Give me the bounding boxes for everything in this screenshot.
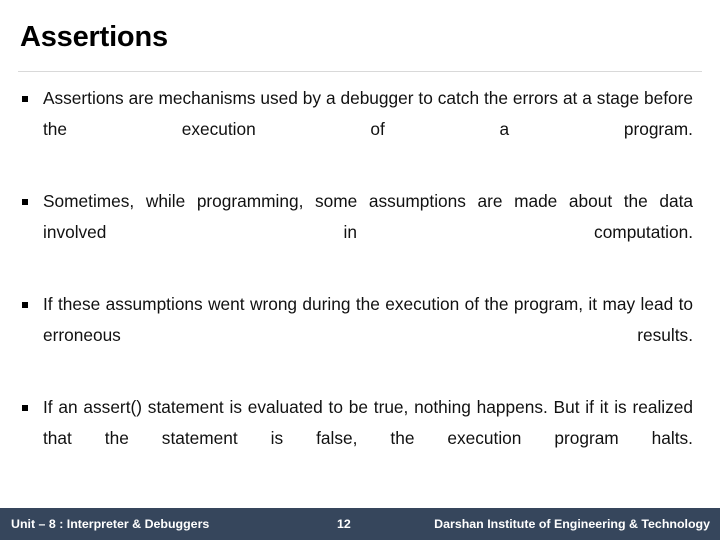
footer-institute-label: Darshan Institute of Engineering & Techn… — [434, 517, 710, 531]
list-item-text: Sometimes, while programming, some assum… — [43, 191, 693, 242]
square-bullet-icon — [22, 405, 28, 411]
slide-footer: Unit – 8 : Interpreter & Debuggers 12 Da… — [0, 508, 720, 540]
footer-unit-label: Unit – 8 : Interpreter & Debuggers — [11, 517, 210, 531]
square-bullet-icon — [22, 96, 28, 102]
list-item: If an assert() statement is evaluated to… — [0, 392, 720, 485]
page-title: Assertions — [20, 21, 168, 53]
list-item-text: If these assumptions went wrong during t… — [43, 294, 693, 345]
list-item-text: If an assert() statement is evaluated to… — [43, 397, 693, 448]
title-block: Assertions — [20, 18, 700, 66]
bullet-list: Assertions are mechanisms used by a debu… — [0, 83, 720, 485]
footer-page-number: 12 — [337, 517, 351, 531]
title-divider — [18, 71, 702, 72]
list-item-text: Assertions are mechanisms used by a debu… — [43, 88, 693, 139]
square-bullet-icon — [22, 302, 28, 308]
slide-canvas: Assertions Assertions are mechanisms use… — [0, 0, 720, 540]
square-bullet-icon — [22, 199, 28, 205]
list-item: Assertions are mechanisms used by a debu… — [0, 83, 720, 176]
list-item: Sometimes, while programming, some assum… — [0, 186, 720, 279]
list-item: If these assumptions went wrong during t… — [0, 289, 720, 382]
